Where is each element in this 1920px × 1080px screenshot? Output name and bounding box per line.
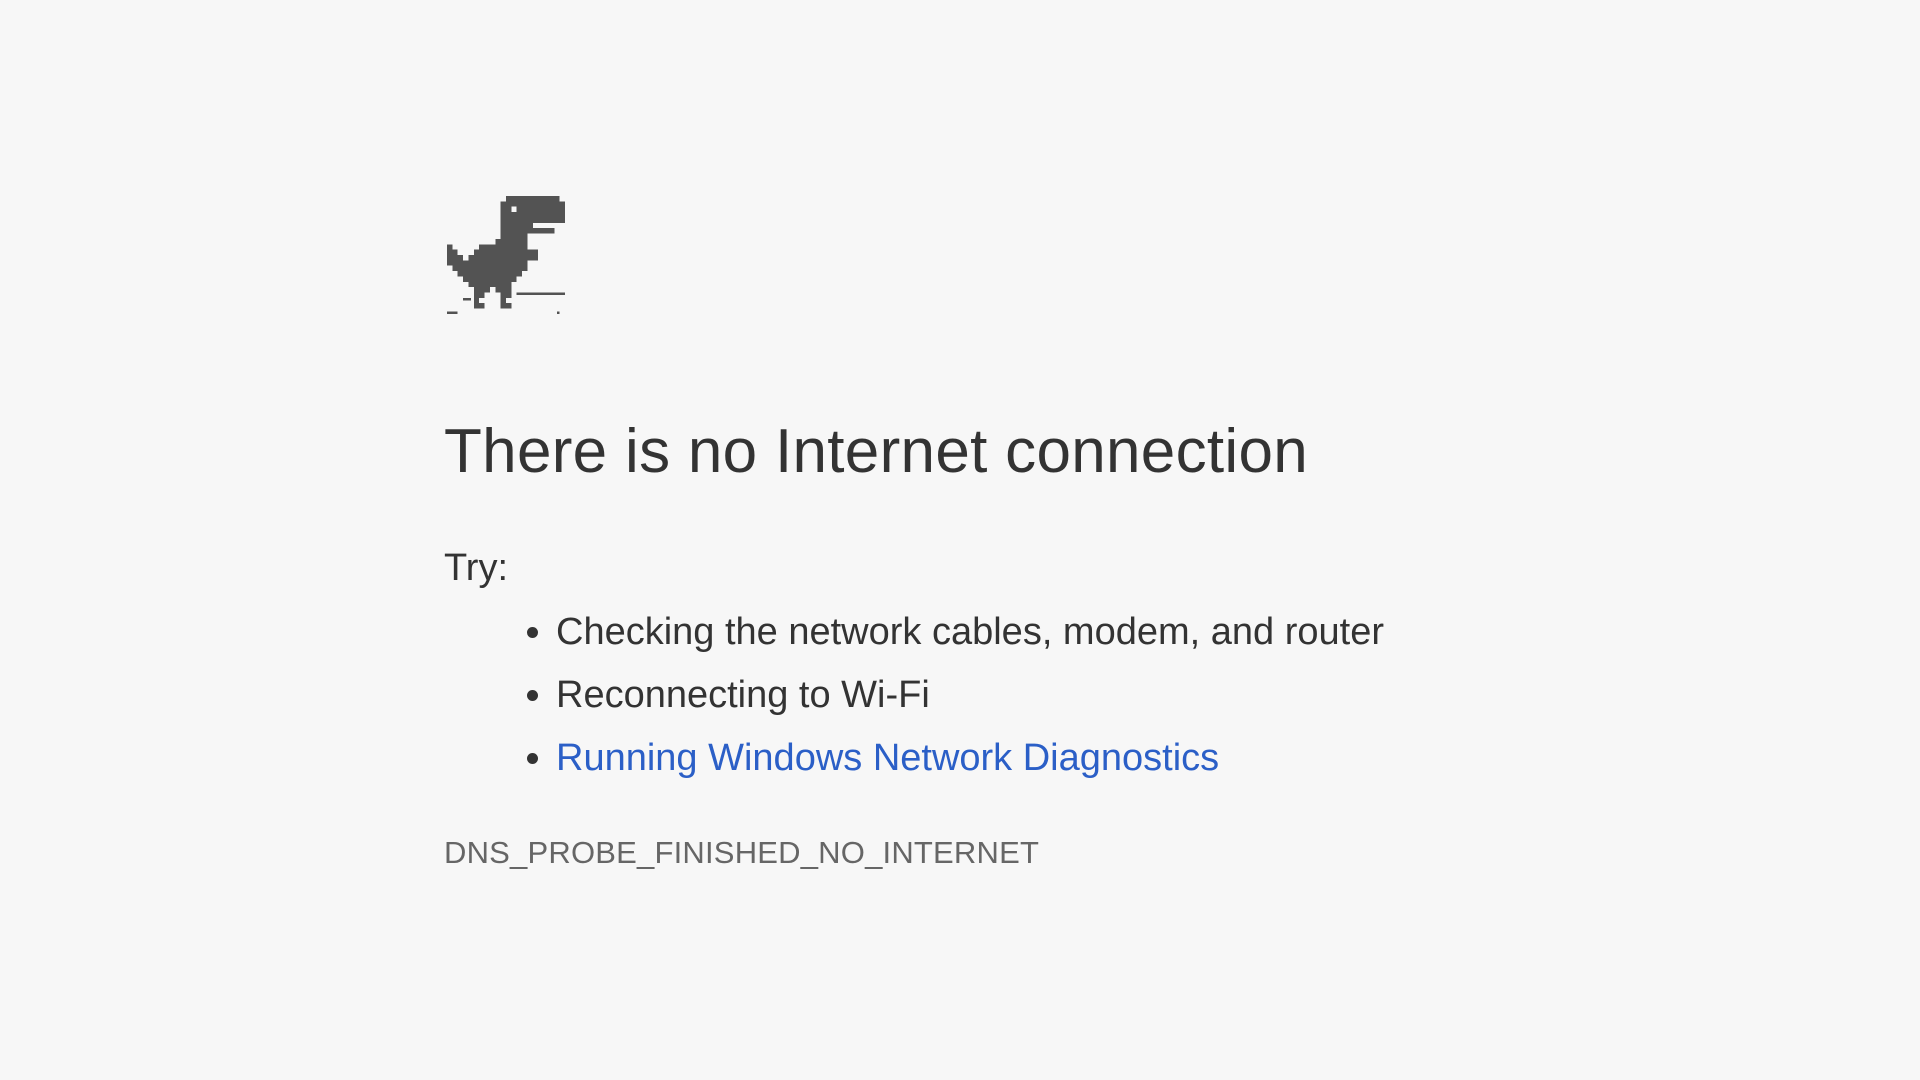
suggestion-check-cables: Checking the network cables, modem, and … <box>556 601 1384 664</box>
suggestion-run-diagnostics: Running Windows Network Diagnostics <box>556 727 1384 790</box>
error-code: DNS_PROBE_FINISHED_NO_INTERNET <box>444 835 1040 870</box>
network-diagnostics-link[interactable]: Running Windows Network Diagnostics <box>556 737 1219 779</box>
offline-error-page: There is no Internet connection Try: Che… <box>0 0 1920 1080</box>
suggestions-list: Checking the network cables, modem, and … <box>504 601 1384 790</box>
page-title: There is no Internet connection <box>444 417 1309 486</box>
try-label: Try: <box>444 547 509 589</box>
suggestion-label: Reconnecting to Wi-Fi <box>556 674 930 716</box>
dinosaur-icon[interactable] <box>444 196 568 322</box>
suggestion-reconnect-wifi: Reconnecting to Wi-Fi <box>556 664 1384 727</box>
suggestion-label: Checking the network cables, modem, and … <box>556 611 1384 653</box>
